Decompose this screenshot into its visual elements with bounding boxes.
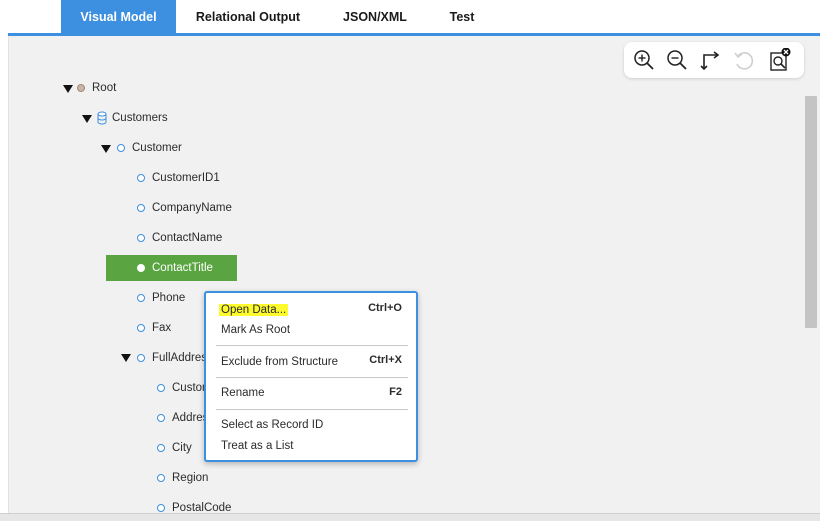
tree-node-field[interactable]: ContactName — [152, 228, 222, 248]
menu-item-mark-as-root[interactable]: Mark As Root — [221, 321, 290, 339]
find-icon[interactable] — [768, 47, 792, 72]
canvas-toolbar — [624, 42, 804, 78]
tree-node-field[interactable]: Fax — [152, 318, 171, 338]
tab-json-xml[interactable]: JSON/XML — [330, 0, 420, 34]
node-circle-icon — [137, 294, 145, 302]
database-icon — [97, 111, 107, 125]
menu-item-open-data[interactable]: Open Data... — [219, 301, 289, 319]
menu-shortcut: F2 — [389, 386, 402, 398]
node-circle-icon — [137, 234, 145, 242]
zoom-in-icon[interactable] — [632, 48, 656, 72]
menu-item-label: Open Data... — [219, 304, 289, 316]
tree-node-field[interactable]: Addres — [172, 408, 208, 428]
context-menu: Open Data... Ctrl+O Mark As Root Exclude… — [204, 291, 418, 462]
node-circle-icon — [137, 324, 145, 332]
tree-node-field[interactable]: Custon — [172, 378, 208, 398]
menu-shortcut: Ctrl+O — [368, 302, 402, 314]
tree-node-field[interactable]: CustomerID1 — [152, 168, 220, 188]
tree-node-field[interactable]: City — [172, 438, 192, 458]
tree-node-field-selected[interactable]: ContactTitle — [152, 258, 213, 278]
node-circle-icon — [157, 384, 165, 392]
node-circle-icon — [157, 474, 165, 482]
tree-node-fulladdress[interactable]: FullAddres — [152, 348, 207, 368]
collapse-fulladdress-icon[interactable] — [121, 354, 131, 362]
menu-divider — [216, 377, 408, 378]
tree-node-customers[interactable]: Customers — [112, 108, 168, 128]
collapse-root-icon[interactable] — [63, 85, 73, 93]
node-circle-icon — [137, 354, 145, 362]
tree-node-field[interactable]: Region — [172, 468, 208, 488]
node-circle-icon — [137, 204, 145, 212]
node-circle-icon — [117, 144, 125, 152]
collapse-customer-icon[interactable] — [101, 145, 111, 153]
tree-node-field[interactable]: CompanyName — [152, 198, 232, 218]
tab-visual-model[interactable]: Visual Model — [61, 0, 176, 34]
tree-node-customer[interactable]: Customer — [132, 138, 182, 158]
root-node-icon — [77, 84, 85, 92]
menu-item-rename[interactable]: Rename — [221, 384, 264, 402]
connector-icon[interactable] — [699, 48, 723, 72]
horizontal-scrollbar[interactable] — [0, 513, 820, 521]
menu-item-select-record-id[interactable]: Select as Record ID — [221, 416, 323, 434]
zoom-out-icon[interactable] — [665, 48, 689, 72]
node-circle-icon — [157, 504, 165, 512]
menu-item-treat-as-list[interactable]: Treat as a List — [221, 437, 293, 455]
tree-node-root[interactable]: Root — [92, 78, 116, 98]
collapse-customers-icon[interactable] — [82, 115, 92, 123]
tab-relational-output[interactable]: Relational Output — [184, 0, 312, 34]
tab-test[interactable]: Test — [440, 0, 484, 34]
node-circle-icon — [137, 264, 145, 272]
node-circle-icon — [157, 444, 165, 452]
menu-divider — [216, 345, 408, 346]
node-circle-icon — [157, 414, 165, 422]
menu-shortcut: Ctrl+X — [369, 354, 402, 366]
tree-node-field[interactable]: PostalCode — [172, 498, 231, 513]
node-circle-icon — [137, 174, 145, 182]
tree-node-field[interactable]: Phone — [152, 288, 185, 308]
vertical-scrollbar[interactable] — [805, 96, 817, 328]
tab-bar: Visual Model Relational Output JSON/XML … — [0, 0, 820, 36]
undo-icon[interactable] — [732, 48, 756, 72]
menu-divider — [216, 409, 408, 410]
menu-item-exclude[interactable]: Exclude from Structure — [221, 353, 338, 371]
